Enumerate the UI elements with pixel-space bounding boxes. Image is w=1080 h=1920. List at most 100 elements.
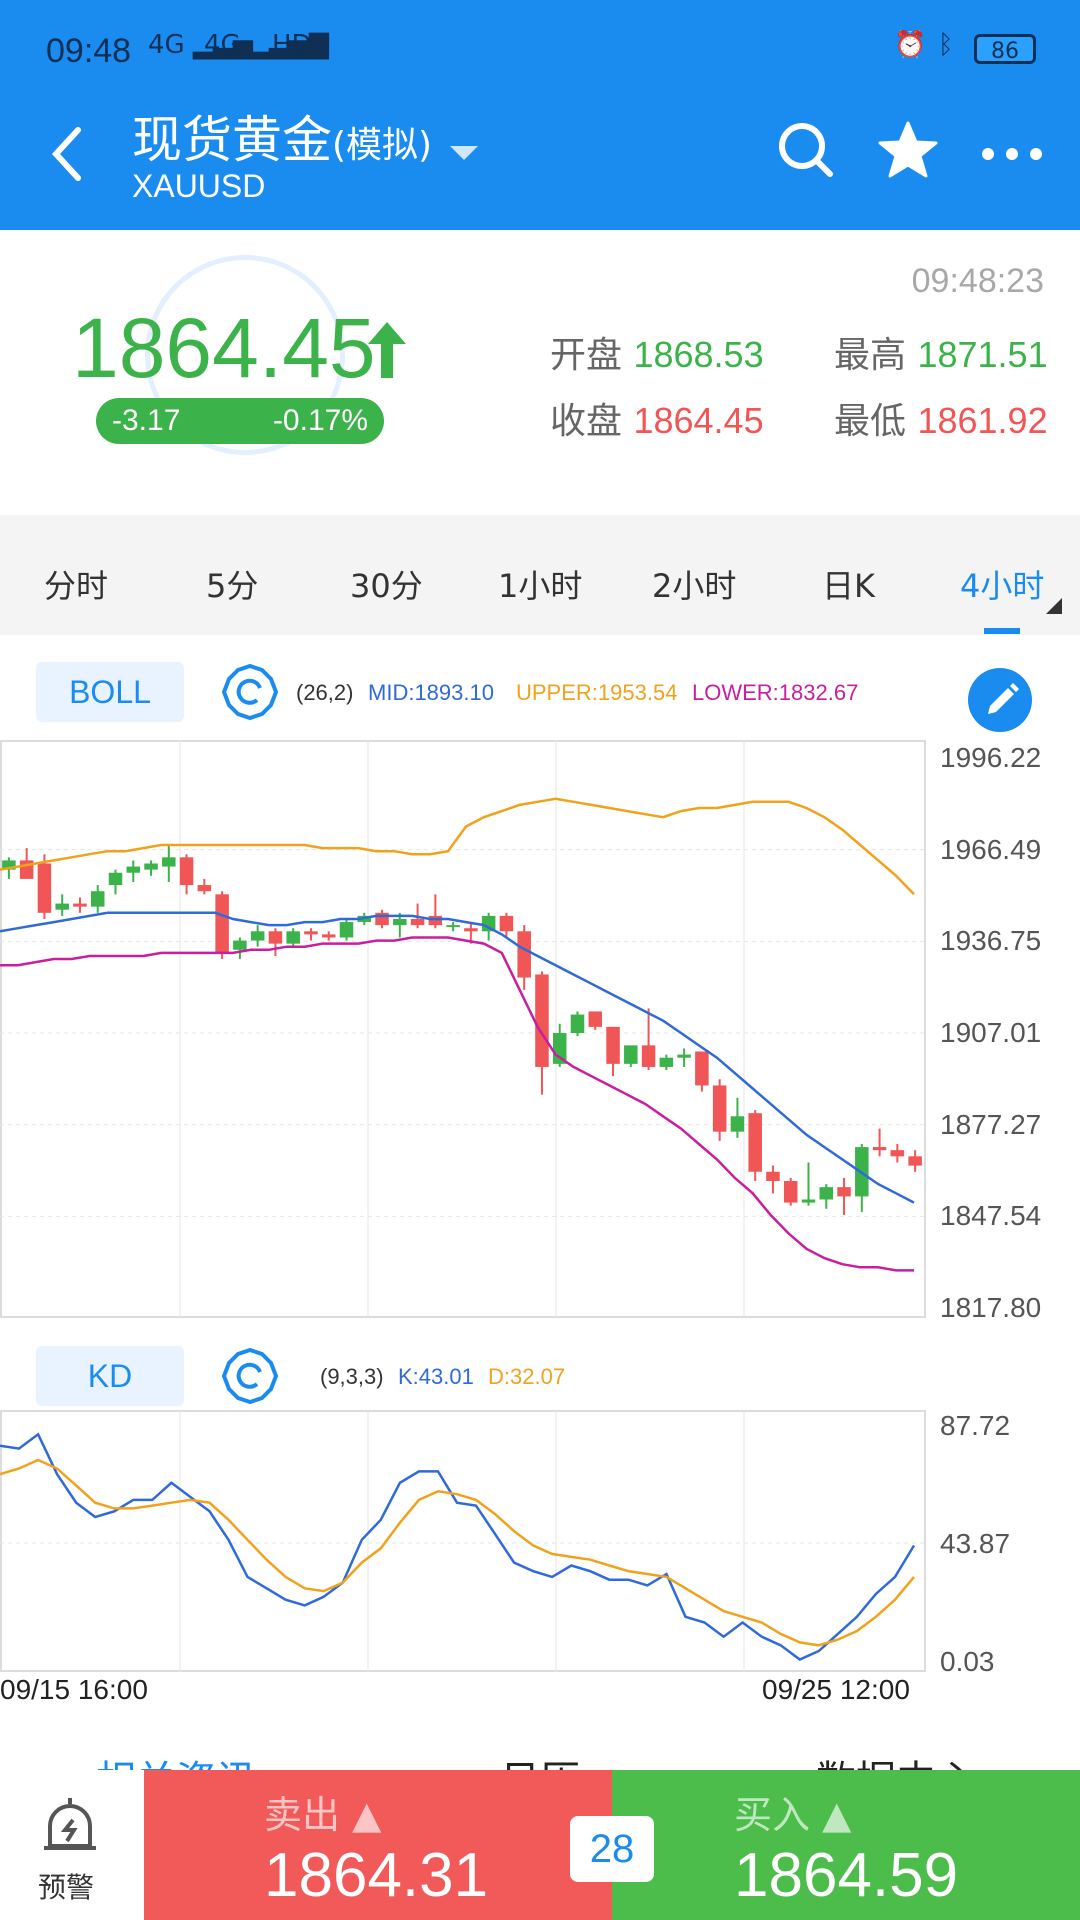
candle <box>659 1057 674 1067</box>
candle <box>286 931 300 944</box>
candle <box>321 934 336 938</box>
kd-params: (9,3,3) <box>320 1364 384 1389</box>
kd-line-d <box>0 1458 915 1647</box>
boll-line-lower <box>0 936 914 1272</box>
pencil-icon <box>988 683 1019 714</box>
symbol-label: XAUUSD <box>132 168 266 204</box>
quote-time: 09:48:23 <box>911 262 1044 300</box>
last-price: 1864.45 <box>72 301 376 395</box>
candle <box>819 1187 834 1200</box>
buy-button[interactable]: 买入 ▲ 1864.59 <box>612 1770 1080 1920</box>
sell-button[interactable]: 卖出 ▲ 1864.31 <box>144 1770 612 1920</box>
spread-badge: 28 <box>570 1816 654 1882</box>
stat-open: 开盘 1868.53 <box>550 334 764 376</box>
star-icon[interactable] <box>878 120 938 180</box>
x-label-start: 09/15 16:00 <box>0 1674 148 1705</box>
candle <box>535 974 549 1067</box>
stat-low: 最低 1861.92 <box>834 400 1048 442</box>
active-tab-indicator <box>984 628 1020 634</box>
kd-d: D:32.07 <box>488 1364 566 1389</box>
search-icon[interactable] <box>776 120 836 180</box>
gear-icon[interactable] <box>220 662 280 722</box>
boll-y-tick: 1936.75 <box>940 925 1042 957</box>
kd-y-tick: 43.87 <box>940 1528 1011 1559</box>
candle <box>766 1171 780 1181</box>
tab-daily[interactable]: 日K <box>822 561 875 607</box>
candle <box>428 915 443 926</box>
candle <box>464 928 478 932</box>
buy-label: 买入 ▲ <box>734 1793 852 1837</box>
candle <box>499 915 514 932</box>
candle <box>215 894 229 953</box>
hd-icon: HD <box>272 30 312 60</box>
candle <box>410 918 425 926</box>
boll-y-tick: 1847.54 <box>940 1200 1042 1232</box>
tab-4hour[interactable]: 4小时 <box>960 561 1044 607</box>
candle <box>162 857 176 867</box>
candle <box>730 1116 745 1132</box>
buy-price: 1864.59 <box>734 1841 959 1910</box>
boll-y-tick: 1996.22 <box>940 742 1042 773</box>
change-badge: -3.17 -0.17% <box>96 398 384 444</box>
tab-expand-icon[interactable] <box>1046 598 1062 614</box>
back-icon[interactable] <box>48 124 88 184</box>
candle <box>55 903 69 910</box>
chevron-down-icon[interactable] <box>450 146 478 160</box>
candle <box>179 857 194 886</box>
boll-lower: LOWER:1832.67 <box>692 680 859 705</box>
candle <box>872 1147 887 1151</box>
candle <box>624 1045 638 1064</box>
candle <box>677 1054 691 1058</box>
page-title[interactable]: 现货黄金(模拟) <box>132 100 432 172</box>
alert-button[interactable]: 预警 <box>0 1770 144 1920</box>
candle <box>801 1199 816 1203</box>
candle <box>197 885 212 892</box>
sell-label: 卖出 ▲ <box>264 1793 382 1837</box>
change-percent: -0.17% <box>272 404 368 437</box>
boll-y-tick: 1907.01 <box>940 1017 1042 1048</box>
kd-button[interactable]: KD <box>36 1346 184 1406</box>
tab-fenshi[interactable]: 分时 <box>44 561 108 607</box>
candle <box>73 903 87 907</box>
candle <box>233 940 247 950</box>
edit-button[interactable] <box>968 668 1032 732</box>
candle <box>37 863 52 913</box>
candle <box>695 1051 709 1086</box>
candle <box>250 931 265 941</box>
tab-30min[interactable]: 30分 <box>350 561 423 607</box>
candle <box>108 872 123 886</box>
candle <box>606 1026 620 1064</box>
boll-button[interactable]: BOLL <box>36 662 184 722</box>
candle <box>268 931 283 944</box>
tab-1hour[interactable]: 1小时 <box>498 561 582 607</box>
gear-icon[interactable] <box>220 1346 280 1406</box>
candle <box>90 891 105 907</box>
change-value: -3.17 <box>112 404 181 437</box>
battery-icon: 86 <box>974 34 1036 64</box>
boll-chart[interactable] <box>0 740 930 1320</box>
kd-y-tick: 0.03 <box>940 1646 995 1677</box>
candle <box>393 918 407 926</box>
candle <box>908 1156 922 1166</box>
candle <box>517 931 531 978</box>
kd-chart[interactable] <box>0 1410 930 1675</box>
candle <box>339 922 354 938</box>
candle <box>446 925 460 928</box>
x-label-end: 09/25 12:00 <box>762 1674 910 1705</box>
boll-y-tick: 1966.49 <box>940 833 1042 865</box>
candle <box>588 1011 603 1027</box>
boll-upper: UPPER:1953.54 <box>516 680 678 705</box>
tab-2hour[interactable]: 2小时 <box>652 561 736 607</box>
candle <box>783 1180 798 1203</box>
alarm-bell-icon <box>44 1798 96 1850</box>
sell-price: 1864.31 <box>264 1841 489 1910</box>
candle <box>144 863 158 870</box>
candle <box>126 866 141 873</box>
candle <box>748 1113 762 1172</box>
more-icon[interactable] <box>980 120 1044 180</box>
alarm-icon: ⏰ <box>894 30 927 60</box>
tab-5min[interactable]: 5分 <box>206 561 258 607</box>
candle <box>641 1045 656 1067</box>
boll-params: (26,2) <box>296 680 354 705</box>
arrow-up-icon <box>368 322 406 378</box>
